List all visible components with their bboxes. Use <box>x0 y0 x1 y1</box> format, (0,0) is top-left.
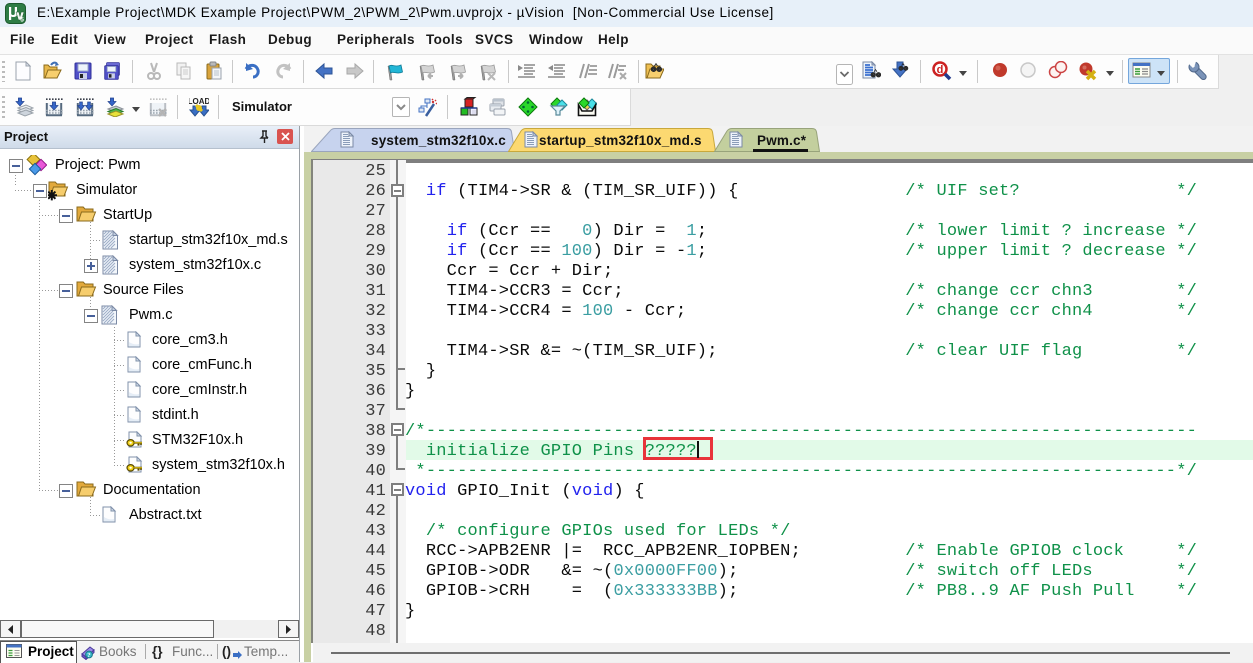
svg-text:LOAD: LOAD <box>189 97 209 106</box>
svg-text:5: 5 <box>20 17 24 24</box>
svg-text:?: ? <box>87 652 90 659</box>
svg-text:d: d <box>937 64 944 76</box>
